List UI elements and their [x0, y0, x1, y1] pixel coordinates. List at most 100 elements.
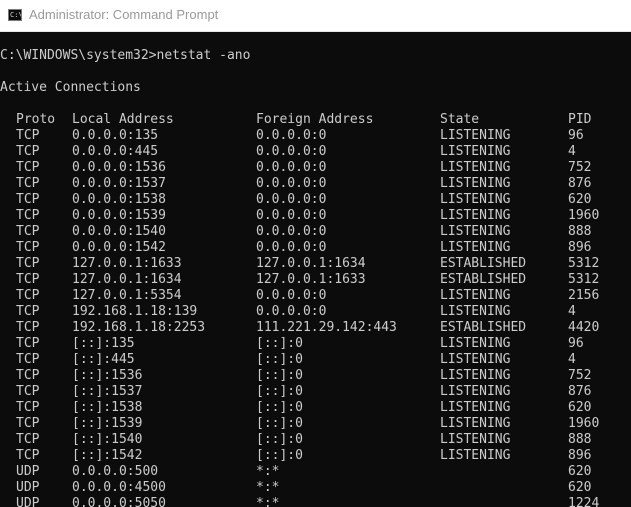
table-row: TCP [::]:1539 [::]:0 LISTENING 1960 — [0, 416, 631, 432]
table-row: TCP [::]:445 [::]:0 LISTENING 4 — [0, 352, 631, 368]
cell-local-address: [::]:1542 — [72, 448, 143, 463]
cell-local-address: [::]:1536 — [72, 368, 143, 383]
table-row: TCP 0.0.0.0:135 0.0.0.0:0 LISTENING 96 — [0, 128, 631, 144]
cell-foreign-address: 0.0.0.0:0 — [256, 208, 327, 223]
cell-state: LISTENING — [440, 352, 511, 367]
cell-proto: TCP — [16, 432, 40, 447]
cell-state: LISTENING — [440, 384, 511, 399]
table-row: TCP [::]:135 [::]:0 LISTENING 96 — [0, 336, 631, 352]
cell-proto: TCP — [16, 208, 40, 223]
cell-state: LISTENING — [440, 128, 511, 143]
cell-pid: 4 — [568, 304, 576, 319]
cell-local-address: 0.0.0.0:1538 — [72, 192, 166, 207]
cell-local-address: [::]:445 — [72, 352, 135, 367]
cell-state: LISTENING — [440, 160, 511, 175]
cell-local-address: 0.0.0.0:4500 — [72, 480, 166, 495]
cell-pid: 1960 — [568, 416, 600, 431]
cell-foreign-address: [::]:0 — [256, 416, 303, 431]
cell-proto: TCP — [16, 416, 40, 431]
cell-state: LISTENING — [440, 288, 511, 303]
cell-foreign-address: 0.0.0.0:0 — [256, 192, 327, 207]
cell-foreign-address: 0.0.0.0:0 — [256, 240, 327, 255]
title-bar[interactable]: C:\ Administrator: Command Prompt — [0, 0, 631, 32]
cell-pid: 876 — [568, 176, 592, 191]
cell-proto: TCP — [16, 288, 40, 303]
cell-pid: 620 — [568, 464, 592, 479]
table-row: TCP 0.0.0.0:1542 0.0.0.0:0 LISTENING 896 — [0, 240, 631, 256]
cell-state: ESTABLISHED — [440, 272, 527, 287]
cell-foreign-address: 0.0.0.0:0 — [256, 288, 327, 303]
cell-local-address: [::]:135 — [72, 336, 135, 351]
cell-foreign-address: 0.0.0.0:0 — [256, 224, 327, 239]
cell-foreign-address: *:* — [256, 496, 280, 507]
cell-foreign-address: [::]:0 — [256, 336, 303, 351]
cell-pid: 888 — [568, 432, 592, 447]
cell-pid: 752 — [568, 160, 592, 175]
cell-state: LISTENING — [440, 240, 511, 255]
table-row: TCP 0.0.0.0:1538 0.0.0.0:0 LISTENING 620 — [0, 192, 631, 208]
cell-state: LISTENING — [440, 432, 511, 447]
header-state: State — [440, 112, 480, 127]
cell-pid: 96 — [568, 128, 584, 143]
cell-pid: 888 — [568, 224, 592, 239]
cell-local-address: 0.0.0.0:1537 — [72, 176, 166, 191]
table-row: TCP [::]:1542 [::]:0 LISTENING 896 — [0, 448, 631, 464]
cell-foreign-address: 0.0.0.0:0 — [256, 176, 327, 191]
cell-proto: TCP — [16, 352, 40, 367]
cell-foreign-address: 0.0.0.0:0 — [256, 128, 327, 143]
cell-pid: 4 — [568, 352, 576, 367]
cell-state: LISTENING — [440, 144, 511, 159]
cell-local-address: 192.168.1.18:2253 — [72, 320, 206, 335]
table-row: TCP 0.0.0.0:445 0.0.0.0:0 LISTENING 4 — [0, 144, 631, 160]
cell-foreign-address: 0.0.0.0:0 — [256, 144, 327, 159]
table-row: TCP [::]:1538 [::]:0 LISTENING 620 — [0, 400, 631, 416]
cell-foreign-address: *:* — [256, 480, 280, 495]
table-row: TCP [::]:1537 [::]:0 LISTENING 876 — [0, 384, 631, 400]
cell-local-address: 0.0.0.0:135 — [72, 128, 159, 143]
cell-proto: TCP — [16, 448, 40, 463]
cell-local-address: [::]:1539 — [72, 416, 143, 431]
cell-pid: 96 — [568, 336, 584, 351]
table-row: UDP 0.0.0.0:5050 *:* 1224 — [0, 496, 631, 507]
cell-local-address: 0.0.0.0:1540 — [72, 224, 166, 239]
cell-local-address: 0.0.0.0:5050 — [72, 496, 166, 507]
cell-proto: TCP — [16, 192, 40, 207]
cell-proto: TCP — [16, 176, 40, 191]
cell-local-address: 0.0.0.0:1542 — [72, 240, 166, 255]
table-row: TCP 0.0.0.0:1537 0.0.0.0:0 LISTENING 876 — [0, 176, 631, 192]
cell-foreign-address: [::]:0 — [256, 448, 303, 463]
table-row: TCP [::]:1540 [::]:0 LISTENING 888 — [0, 432, 631, 448]
table-header: Proto Local Address Foreign Address Stat… — [0, 112, 631, 128]
console-output[interactable]: C:\WINDOWS\system32>netstat -ano Active … — [0, 32, 631, 507]
table-row: TCP 0.0.0.0:1539 0.0.0.0:0 LISTENING 1960 — [0, 208, 631, 224]
cell-proto: TCP — [16, 384, 40, 399]
cell-state: LISTENING — [440, 416, 511, 431]
cell-proto: TCP — [16, 336, 40, 351]
cell-proto: TCP — [16, 320, 40, 335]
cell-local-address: [::]:1537 — [72, 384, 143, 399]
cell-local-address: [::]:1540 — [72, 432, 143, 447]
cell-local-address: 0.0.0.0:445 — [72, 144, 159, 159]
cell-pid: 1960 — [568, 208, 600, 223]
table-row: TCP [::]:1536 [::]:0 LISTENING 752 — [0, 368, 631, 384]
table-row: TCP 0.0.0.0:1540 0.0.0.0:0 LISTENING 888 — [0, 224, 631, 240]
cell-pid: 620 — [568, 480, 592, 495]
table-row: TCP 127.0.0.1:1633 127.0.0.1:1634 ESTABLISH… — [0, 256, 631, 272]
cell-local-address: 0.0.0.0:1536 — [72, 160, 166, 175]
cell-proto: TCP — [16, 400, 40, 415]
cell-proto: TCP — [16, 368, 40, 383]
cell-state: LISTENING — [440, 448, 511, 463]
cell-pid: 1224 — [568, 496, 600, 507]
cell-foreign-address: [::]:0 — [256, 368, 303, 383]
cell-pid: 896 — [568, 448, 592, 463]
cell-pid: 4 — [568, 144, 576, 159]
cell-state: LISTENING — [440, 176, 511, 191]
cell-pid: 752 — [568, 368, 592, 383]
cell-local-address: 127.0.0.1:5354 — [72, 288, 182, 303]
cell-pid: 5312 — [568, 272, 600, 287]
cell-state: LISTENING — [440, 400, 511, 415]
table-row: TCP 127.0.0.1:5354 0.0.0.0:0 LISTENING 2156 — [0, 288, 631, 304]
cell-foreign-address: *:* — [256, 464, 280, 479]
cell-proto: TCP — [16, 240, 40, 255]
header-foreign-address: Foreign Address — [256, 112, 374, 127]
